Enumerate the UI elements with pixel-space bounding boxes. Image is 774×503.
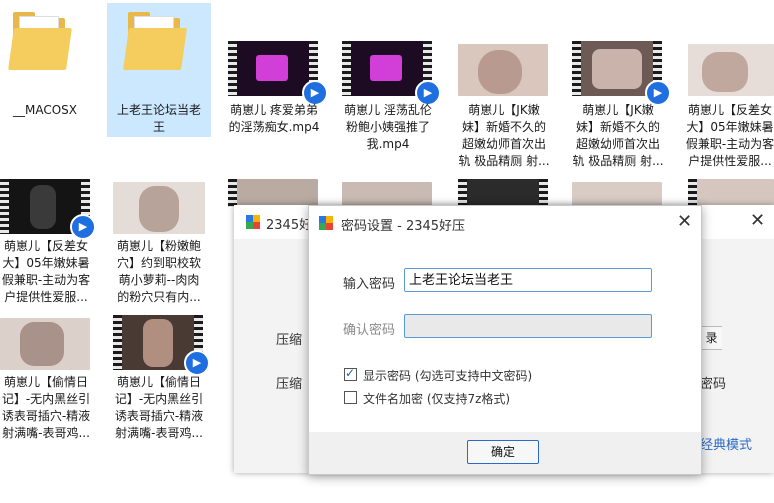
show-password-checkbox[interactable]: [344, 366, 357, 381]
encrypt-filenames-label[interactable]: 文件名加密 (仅支持7z格式): [363, 390, 510, 407]
folder-icon[interactable]: [8, 12, 72, 70]
password-label: 输入密码: [343, 277, 396, 292]
ok-button[interactable]: 确定: [467, 440, 539, 464]
file-name[interactable]: 萌崽儿 淫荡乱伦 粉鲍小姨强推了 我.mp4: [336, 102, 440, 153]
password-input[interactable]: 上老王论坛当老王: [404, 268, 652, 292]
video-thumbnail[interactable]: [688, 179, 774, 207]
show-password-label[interactable]: 显示密码 (勾选可支持中文密码): [363, 367, 532, 384]
video-badge-icon: ▶: [184, 350, 210, 376]
password-side-label[interactable]: 密码: [700, 373, 726, 392]
confirm-password-label: 确认密码: [343, 323, 396, 338]
file-name[interactable]: 萌崽儿【反差女 大】05年嫩妹暑 假兼职-主动为客 户提供性爱服...: [0, 238, 96, 306]
compress-dialog-title: 2345好: [266, 218, 313, 233]
video-thumbnail[interactable]: [688, 44, 774, 96]
video-thumbnail[interactable]: [458, 179, 548, 207]
app-logo-icon: [246, 215, 260, 229]
video-thumbnail[interactable]: [572, 182, 662, 206]
video-thumbnail[interactable]: [458, 44, 548, 96]
confirm-password-input[interactable]: [404, 314, 652, 338]
file-name[interactable]: 上老王论坛当老 王: [107, 102, 211, 136]
folder-icon[interactable]: [123, 12, 187, 70]
file-name[interactable]: 萌崽儿【偷情日 记】-无内黑丝引 诱表哥插穴-精液 射满嘴-表哥鸡...: [0, 374, 96, 442]
file-name[interactable]: 萌崽儿【偷情日 记】-无内黑丝引 诱表哥插穴-精液 射满嘴-表哥鸡...: [107, 374, 211, 442]
video-badge-icon: ▶: [70, 214, 96, 240]
file-name[interactable]: 萌崽儿【反差女 大】05年嫩妹暑 假兼职-主动为客 户提供性爱服...: [680, 102, 774, 170]
app-logo-icon: [319, 216, 333, 230]
password-dialog-titlebar: 密码设置 - 2345好压 ✕: [309, 206, 701, 240]
video-thumbnail[interactable]: [228, 179, 318, 207]
file-name[interactable]: 萌崽儿【JK嫩 妹】新婚不久的 超嫩幼师首次出 轨 极品精厕 射...: [566, 102, 670, 170]
password-dialog-footer: 确定: [309, 432, 701, 474]
close-icon[interactable]: ✕: [750, 212, 765, 230]
file-name[interactable]: 萌崽儿【粉嫩鲍 穴】约到职校软 萌小萝莉--肉肉 的粉穴只有内...: [107, 238, 211, 306]
file-name[interactable]: 萌崽儿【JK嫩 妹】新婚不久的 超嫩幼师首次出 轨 极品精厕 射...: [452, 102, 556, 170]
file-name[interactable]: 萌崽儿 疼爱弟弟 的淫荡痴女.mp4: [223, 102, 325, 136]
file-name[interactable]: __MACOSX: [0, 102, 90, 119]
classic-mode-link[interactable]: 经典模式: [700, 434, 752, 453]
password-dialog-title: 密码设置 - 2345好压: [341, 219, 466, 234]
compress-mode-label: 压缩: [276, 377, 303, 392]
video-thumbnail[interactable]: [342, 182, 432, 206]
compress-name-label: 压缩: [276, 333, 303, 348]
browse-button[interactable]: 录: [700, 326, 722, 350]
password-settings-dialog: 密码设置 - 2345好压 ✕ 输入密码 上老王论坛当老王 确认密码 显示密码 …: [308, 205, 702, 475]
encrypt-filenames-checkbox[interactable]: [344, 391, 357, 404]
video-thumbnail[interactable]: [0, 318, 90, 370]
close-icon[interactable]: ✕: [677, 213, 692, 231]
video-thumbnail[interactable]: [113, 182, 205, 234]
